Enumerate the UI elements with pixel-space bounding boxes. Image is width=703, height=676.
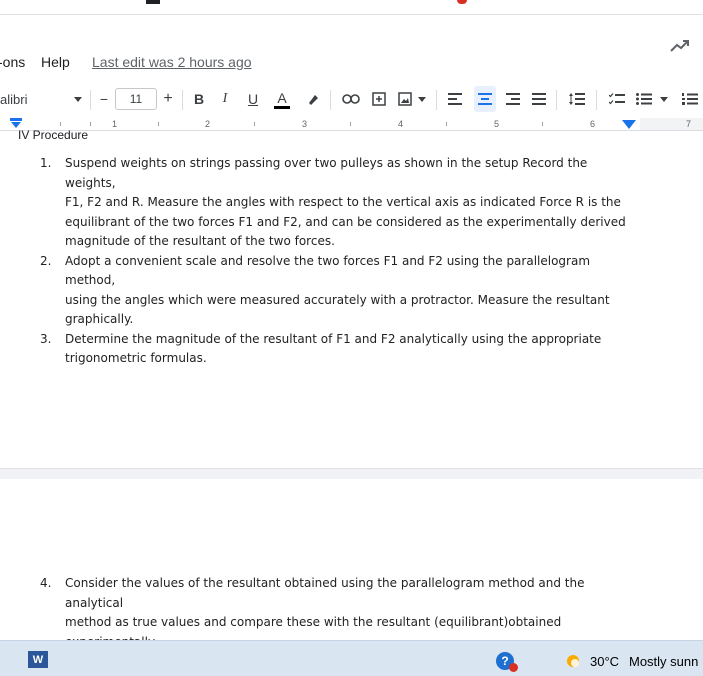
browser-top-strip [0,0,703,15]
weather-condition[interactable]: Mostly sunn [629,654,698,669]
ruler-number: 2 [205,119,211,129]
list-line: trigonometric formulas. [65,351,207,365]
toolbar-divider [182,90,183,110]
insert-image-icon[interactable] [396,86,414,112]
notification-badge [509,663,518,672]
toolbar-divider [596,90,597,110]
toolbar-divider [330,90,331,110]
justify-icon[interactable] [530,86,548,112]
bullet-dropdown-chevron-icon[interactable] [658,86,670,112]
top-strip-mark [457,0,467,4]
ruler-tick [350,122,351,126]
ruler-number: 3 [302,119,308,129]
ruler-number: 6 [590,119,596,129]
weather-temperature[interactable]: 30°C [590,654,619,669]
list-number: 3. [40,331,52,346]
ruler-tick [158,122,159,126]
activity-trend-icon[interactable] [670,38,690,54]
word-app-icon[interactable]: W [28,651,48,668]
sun-weather-icon[interactable] [565,653,581,669]
ruler-number: 4 [398,119,404,129]
procedure-list: 1. Suspend weights on strings passing ov… [40,154,640,369]
section-heading: IV Procedure [18,128,89,142]
insert-link-icon[interactable] [340,86,362,112]
toolbar-divider [436,90,437,110]
ruler-tick [446,122,447,126]
right-indent-marker-icon[interactable] [622,120,636,129]
text-color-letter: A [277,89,287,106]
list-line: Suspend weights on strings passing over … [65,156,588,190]
align-center-icon[interactable] [474,86,496,112]
font-family-select[interactable]: alibri [0,86,60,112]
formatting-toolbar: alibri − 11 + B I U A [0,86,703,114]
list-item[interactable]: 3. Determine the magnitude of the result… [40,330,640,369]
ruler-tick [542,122,543,126]
increase-font-size-button[interactable]: + [160,86,176,112]
bold-button[interactable]: B [190,86,208,112]
add-comment-icon[interactable] [370,86,388,112]
text-color-swatch [274,105,290,109]
text-color-button[interactable]: A [272,86,292,112]
list-line: F1, F2 and R. Measure the angles with re… [65,195,621,209]
align-left-icon[interactable] [446,86,464,112]
list-number: 4. [40,576,52,590]
list-line: Adopt a convenient scale and resolve the… [65,253,591,288]
bulleted-list-icon[interactable] [634,86,654,112]
windows-taskbar: W ? 30°C Mostly sunn [0,640,703,676]
list-item[interactable]: 2. Adopt a convenient scale and resolve … [40,252,640,330]
list-item[interactable]: 1. Suspend weights on strings passing ov… [40,154,640,252]
list-line: using the angles which were measured acc… [65,292,610,307]
ruler-margin-area [640,118,703,130]
ruler-number: 5 [494,119,500,129]
last-edit-link[interactable]: Last edit was 2 hours ago [92,54,252,70]
numbered-list-icon[interactable] [680,86,700,112]
align-right-icon[interactable] [504,86,522,112]
font-size-input[interactable]: 11 [115,88,157,110]
list-line: Determine the magnitude of the resultant… [65,331,602,346]
checklist-icon[interactable] [606,86,628,112]
list-line: Consider the values of the resultant obt… [65,576,585,610]
font-dropdown-chevron-icon[interactable] [72,86,84,112]
line-spacing-icon[interactable] [566,86,588,112]
list-number: 2. [40,253,52,268]
italic-button[interactable]: I [216,86,234,112]
ruler-tick [60,122,61,126]
list-line: graphically. [65,312,134,326]
decrease-font-size-button[interactable]: − [96,86,112,112]
toolbar-divider [556,90,557,110]
ruler-number: 7 [686,119,692,129]
top-strip-mark [146,0,160,4]
toolbar-divider [90,90,91,110]
image-dropdown-chevron-icon[interactable] [416,86,428,112]
horizontal-ruler[interactable]: 1 2 3 4 5 6 7 [0,118,703,131]
underline-button[interactable]: U [244,86,262,112]
list-line: equilibrant of the two forces F1 and F2,… [65,214,626,229]
list-line: magnitude of the resultant of the two fo… [65,234,335,248]
list-line: method as true values and compare these … [65,615,562,629]
highlight-pen-icon[interactable] [304,86,322,112]
menu-help[interactable]: Help [41,54,70,70]
menu-addons[interactable]: -ons [0,54,25,70]
menu-bar: -ons Help Last edit was 2 hours ago [0,46,703,76]
ruler-number: 1 [112,119,118,129]
list-number: 1. [40,156,52,170]
ruler-tick [90,122,91,126]
ruler-tick [254,122,255,126]
